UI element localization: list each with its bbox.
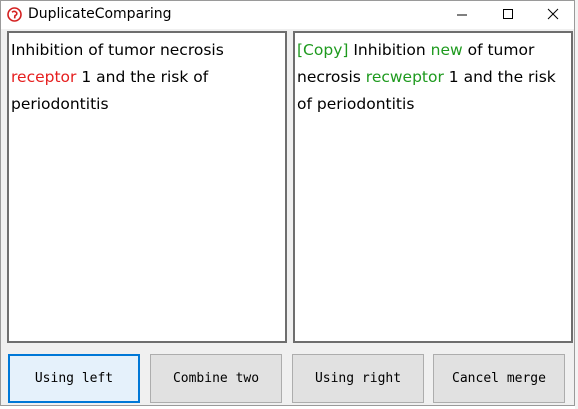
maximize-button[interactable]: [485, 1, 531, 29]
using-left-button[interactable]: Using left: [8, 354, 140, 403]
left-text-segment: Inhibition of tumor necrosis: [11, 41, 224, 59]
close-button[interactable]: [531, 1, 577, 29]
right-record-textbox[interactable]: [Copy] Inhibition new of tumor necrosis …: [293, 31, 573, 343]
left-diff-word: receptor: [11, 68, 77, 86]
duplicate-comparing-window: DuplicateComparing Inhibition of tumor n…: [0, 0, 575, 406]
maximize-icon: [503, 9, 513, 19]
right-diff-word: recweptor: [365, 68, 444, 86]
title-bar[interactable]: DuplicateComparing: [1, 1, 574, 29]
minimize-icon: [457, 14, 467, 16]
cancel-merge-button[interactable]: Cancel merge: [433, 354, 565, 403]
right-diff-word: new: [430, 41, 463, 59]
app-icon: [7, 7, 22, 22]
minimize-button[interactable]: [439, 1, 485, 29]
right-text-segment: Inhibition: [348, 41, 431, 59]
right-copy-tag: [Copy]: [297, 41, 349, 59]
window-title: DuplicateComparing: [28, 6, 172, 22]
close-icon: [547, 8, 559, 20]
combine-two-button[interactable]: Combine two: [150, 354, 282, 403]
left-record-textbox[interactable]: Inhibition of tumor necrosis receptor 1 …: [7, 31, 287, 343]
using-right-button[interactable]: Using right: [292, 354, 424, 403]
